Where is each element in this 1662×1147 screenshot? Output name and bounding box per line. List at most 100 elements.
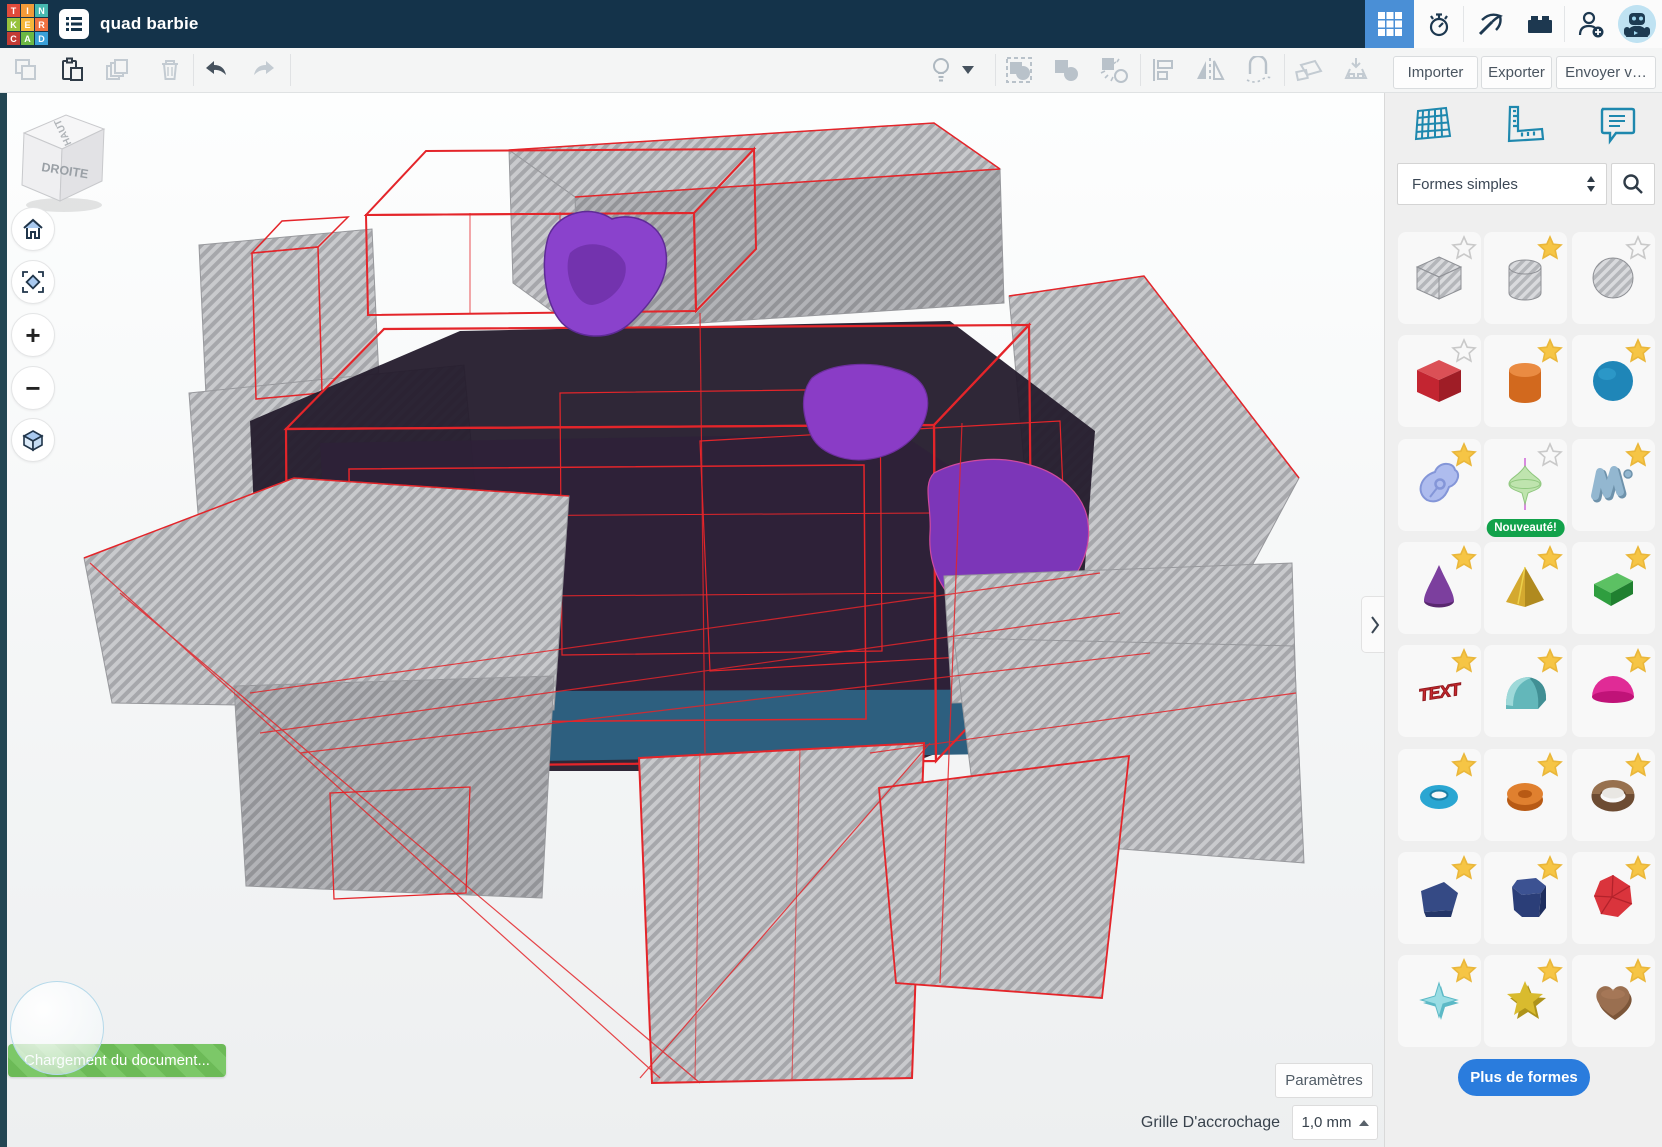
shape-category-select[interactable]: Formes simples bbox=[1397, 163, 1607, 205]
minecraft-pickaxe-icon[interactable] bbox=[1464, 0, 1515, 48]
shape-icosahedron-icon[interactable] bbox=[1572, 852, 1655, 944]
edit-toolbar: Importer Exporter Envoyer v… bbox=[0, 48, 1662, 93]
shape-hole-sphere-icon[interactable] bbox=[1572, 232, 1655, 324]
fit-view-button[interactable] bbox=[11, 260, 55, 304]
shape-sphere-icon[interactable] bbox=[1572, 335, 1655, 427]
shape-star-5point-icon[interactable] bbox=[1484, 955, 1567, 1047]
view-cube[interactable]: HAUT DROITE bbox=[14, 105, 114, 215]
mirror-icon[interactable] bbox=[1188, 48, 1232, 92]
perspective-toggle-button[interactable] bbox=[11, 418, 55, 462]
favorite-star-icon[interactable] bbox=[1451, 235, 1477, 261]
redo-icon[interactable] bbox=[242, 48, 286, 92]
simlab-stopwatch-icon[interactable] bbox=[1414, 0, 1463, 48]
toolbar-divider bbox=[290, 54, 291, 86]
shape-spinning-top-icon[interactable]: Nouveauté! bbox=[1484, 439, 1567, 531]
undo-icon[interactable] bbox=[194, 48, 238, 92]
copy-icon[interactable] bbox=[4, 48, 48, 92]
shape-scribble-icon[interactable] bbox=[1398, 439, 1481, 531]
shape-roof-icon[interactable] bbox=[1572, 542, 1655, 634]
favorite-star-icon[interactable] bbox=[1537, 958, 1563, 984]
search-button[interactable] bbox=[1611, 163, 1655, 205]
magnet-icon[interactable] bbox=[1236, 48, 1280, 92]
drop-to-workplane-icon[interactable] bbox=[1334, 48, 1378, 92]
workplane-tool-icon[interactable] bbox=[1286, 48, 1330, 92]
shape-pyramid-icon[interactable] bbox=[1484, 542, 1567, 634]
shape-half-cylinder-icon[interactable] bbox=[1484, 645, 1567, 737]
logo-letter: R bbox=[35, 18, 48, 31]
group-icon[interactable] bbox=[997, 48, 1041, 92]
shape-star-4point-icon[interactable] bbox=[1398, 955, 1481, 1047]
align-icon[interactable] bbox=[1141, 48, 1185, 92]
shape-hole-cylinder-icon[interactable] bbox=[1484, 232, 1567, 324]
user-avatar[interactable] bbox=[1618, 5, 1656, 43]
favorite-star-icon[interactable] bbox=[1537, 752, 1563, 778]
shape-text-icon[interactable]: TEXT bbox=[1398, 645, 1481, 737]
shape-hex-prism-icon[interactable] bbox=[1484, 852, 1567, 944]
favorite-star-icon[interactable] bbox=[1625, 338, 1651, 364]
lego-brick-icon[interactable] bbox=[1515, 0, 1564, 48]
document-properties-icon[interactable] bbox=[59, 9, 89, 39]
break-apart-icon[interactable] bbox=[1092, 48, 1136, 92]
shape-half-sphere-icon[interactable] bbox=[1572, 645, 1655, 737]
favorite-star-icon[interactable] bbox=[1625, 648, 1651, 674]
favorite-star-icon[interactable] bbox=[1451, 958, 1477, 984]
shape-handwriting-icon[interactable] bbox=[1572, 439, 1655, 531]
favorite-star-icon[interactable] bbox=[1625, 545, 1651, 571]
favorite-star-icon[interactable] bbox=[1451, 648, 1477, 674]
shape-box-icon[interactable] bbox=[1398, 335, 1481, 427]
notes-icon[interactable] bbox=[1594, 103, 1638, 152]
3d-viewport[interactable]: HAUT DROITE + − Chargement du document..… bbox=[0, 93, 1384, 1147]
import-button[interactable]: Importer bbox=[1393, 56, 1478, 89]
favorite-star-icon[interactable] bbox=[1625, 958, 1651, 984]
tinkercad-logo[interactable]: TINKERCAD bbox=[7, 4, 48, 45]
logo-letter: C bbox=[7, 32, 20, 45]
favorite-star-icon[interactable] bbox=[1451, 752, 1477, 778]
export-button[interactable]: Exporter bbox=[1481, 56, 1552, 89]
favorite-star-icon[interactable] bbox=[1451, 545, 1477, 571]
favorite-star-icon[interactable] bbox=[1537, 338, 1563, 364]
home-view-button[interactable] bbox=[11, 207, 55, 251]
favorite-star-icon[interactable] bbox=[1537, 545, 1563, 571]
zoom-in-button[interactable]: + bbox=[11, 313, 55, 357]
more-shapes-button[interactable]: Plus de formes bbox=[1458, 1059, 1590, 1096]
invite-person-icon[interactable] bbox=[1565, 0, 1616, 48]
shape-cone-icon[interactable] bbox=[1398, 542, 1481, 634]
select-caret-icon bbox=[1586, 175, 1596, 193]
favorite-star-icon[interactable] bbox=[1451, 855, 1477, 881]
logo-letter: T bbox=[7, 4, 20, 17]
favorite-star-icon[interactable] bbox=[1537, 648, 1563, 674]
favorite-star-icon[interactable] bbox=[1451, 338, 1477, 364]
send-button[interactable]: Envoyer v… bbox=[1556, 56, 1656, 89]
settings-button[interactable]: Paramètres bbox=[1275, 1063, 1373, 1098]
show-all-caret-icon[interactable] bbox=[953, 48, 983, 92]
duplicate-icon[interactable] bbox=[96, 48, 140, 92]
delete-icon[interactable] bbox=[148, 48, 192, 92]
favorite-star-icon[interactable] bbox=[1625, 442, 1651, 468]
shape-torus-icon[interactable] bbox=[1398, 749, 1481, 841]
favorite-star-icon[interactable] bbox=[1537, 235, 1563, 261]
shape-ring-icon[interactable] bbox=[1572, 749, 1655, 841]
ungroup-icon[interactable] bbox=[1044, 48, 1088, 92]
model-scene[interactable] bbox=[0, 93, 1384, 1147]
favorite-star-icon[interactable] bbox=[1625, 235, 1651, 261]
panel-collapse-button[interactable] bbox=[1361, 596, 1384, 653]
shape-thick-tube-icon[interactable] bbox=[1484, 749, 1567, 841]
favorite-star-icon[interactable] bbox=[1537, 442, 1563, 468]
shape-polygon-icon[interactable] bbox=[1398, 852, 1481, 944]
shape-heart-icon[interactable] bbox=[1572, 955, 1655, 1047]
shape-hole-box-icon[interactable] bbox=[1398, 232, 1481, 324]
snap-grid-select[interactable]: 1,0 mm bbox=[1292, 1105, 1378, 1140]
favorite-star-icon[interactable] bbox=[1537, 855, 1563, 881]
ruler-icon[interactable] bbox=[1502, 103, 1546, 152]
document-title[interactable]: quad barbie bbox=[100, 0, 199, 48]
favorite-star-icon[interactable] bbox=[1451, 442, 1477, 468]
workplane-icon[interactable] bbox=[1410, 103, 1454, 152]
favorite-star-icon[interactable] bbox=[1625, 752, 1651, 778]
logo-letter: I bbox=[21, 4, 34, 17]
shape-cylinder-icon[interactable] bbox=[1484, 335, 1567, 427]
favorite-star-icon[interactable] bbox=[1625, 855, 1651, 881]
designs-grid-icon[interactable] bbox=[1365, 0, 1414, 48]
shape-category-value: Formes simples bbox=[1412, 176, 1518, 193]
zoom-out-button[interactable]: − bbox=[11, 366, 55, 410]
paste-icon[interactable] bbox=[50, 48, 94, 92]
